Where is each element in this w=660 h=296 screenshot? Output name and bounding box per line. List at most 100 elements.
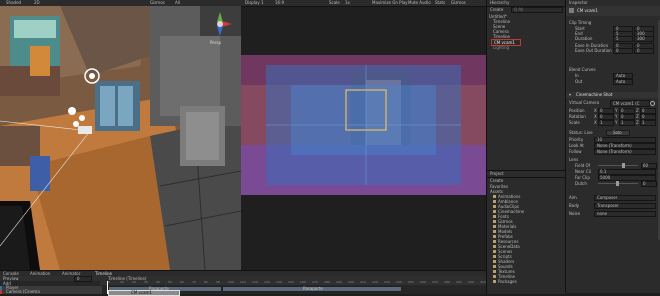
axis-z-label: Z	[636, 114, 639, 119]
inspector-object-header: CM vcam1	[566, 6, 660, 16]
hierarchy-tab[interactable]: Hierarchy	[490, 0, 509, 5]
track-clip[interactable]: Pasaporte	[222, 286, 402, 292]
transform-row-position: Position X 0 Y 0 Z 0	[566, 108, 660, 114]
game-aspect-select[interactable]: 16:9	[275, 0, 284, 5]
track-header[interactable]: Camera (Cinema	[0, 289, 102, 294]
dutch-slider[interactable]	[598, 181, 638, 186]
scale-z-field[interactable]: 1	[640, 120, 656, 126]
axis-y-label: Y	[615, 114, 618, 119]
playhead[interactable]	[107, 281, 108, 294]
cinemachine-shot-header[interactable]: ▾ Cinemachine Shot	[566, 92, 660, 98]
timeline-panel: Console Animation Animator Timeline Prev…	[0, 270, 486, 296]
ruler-tick-label: 210	[360, 280, 366, 284]
scene-render	[0, 6, 241, 270]
scene-toolbar-2d[interactable]: 2D	[34, 0, 40, 5]
virtual-camera-label: Virtual Camera	[569, 100, 600, 105]
ruler-tick-label: 190	[336, 280, 342, 284]
object-picker-icon[interactable]	[650, 101, 655, 106]
lookat-row: Look At None (Transform)	[566, 143, 660, 149]
game-gizmos-toggle[interactable]: Gizmos	[451, 0, 466, 5]
project-tab[interactable]: Project	[490, 171, 504, 176]
mute-audio-toggle[interactable]: Mute Audio	[408, 0, 431, 5]
project-panel: Project Create Favorites Assets Animatio…	[486, 170, 566, 294]
priority-value: 10	[597, 137, 603, 142]
blend-value: Auto	[616, 73, 626, 78]
solo-button[interactable]: Solo	[606, 130, 630, 136]
ruler-tick-label: 50	[168, 280, 172, 284]
virtual-camera-field[interactable]: CM vcam1 (C	[610, 100, 650, 107]
lens-label: Lens	[569, 157, 579, 162]
ruler-tick-label: 20	[132, 280, 136, 284]
lens-row-label: Field Of	[575, 163, 591, 168]
transform-label: Rotation	[569, 114, 586, 119]
timing-seconds-field[interactable]: 5	[613, 36, 633, 42]
lens-value-field[interactable]: 0	[641, 181, 657, 187]
ruler-tick-label: 290	[456, 280, 462, 284]
scale-x-field[interactable]: 1	[598, 120, 614, 126]
ruler-tick-label: 130	[264, 280, 270, 284]
body-value: Transposer	[597, 203, 619, 208]
folder-icon	[493, 265, 496, 268]
transform-value: 1	[642, 120, 645, 125]
game-display-select[interactable]: Display 1	[245, 0, 264, 5]
game-scale-value[interactable]: 1x	[345, 0, 350, 5]
inspector-tab[interactable]: Inspector	[569, 0, 588, 5]
axis-x-label: X	[594, 114, 597, 119]
project-header: Project	[487, 171, 566, 178]
hierarchy-search-input[interactable]: Q All	[511, 7, 563, 13]
follow-label: Follow	[569, 149, 582, 154]
timing-row-duration: Duration 5 300	[566, 36, 660, 42]
noise-select[interactable]: none	[594, 211, 656, 217]
timing-frames-field[interactable]: 300	[634, 36, 654, 42]
ruler-tick-label: 240	[396, 280, 402, 284]
timing-frames-field[interactable]: 0	[634, 48, 654, 54]
lens-row-label: Far Clip	[575, 175, 590, 180]
ruler-tick-label: 310	[480, 280, 486, 284]
dutch-slider-thumb[interactable]	[616, 181, 619, 186]
blend-out-select[interactable]: Auto	[613, 79, 633, 85]
ruler-tick-label: 300	[468, 280, 474, 284]
transform-value: 0	[642, 108, 645, 113]
scene-toolbar-shaded[interactable]: Shaded	[6, 0, 21, 5]
track-clip-selected[interactable]: CM vcam1	[108, 290, 180, 296]
hierarchy-item[interactable]: Lighting	[493, 45, 564, 50]
ruler-tick-label: 110	[240, 280, 246, 284]
follow-field[interactable]: None (Transform)	[594, 149, 656, 155]
fov-slider-thumb[interactable]	[622, 163, 625, 168]
ruler-tick-label: 10	[120, 280, 124, 284]
transform-value: 0	[621, 108, 624, 113]
folder-icon	[493, 205, 496, 208]
stats-toggle[interactable]: Stats	[435, 0, 445, 5]
folder-icon	[493, 275, 496, 278]
aim-label: Aim	[569, 195, 577, 200]
timing-frames-value: 300	[637, 36, 645, 41]
scene-toolbar-all[interactable]: All	[175, 0, 180, 5]
body-select[interactable]: Transposer	[594, 203, 656, 209]
timing-frames-value: 0	[637, 48, 640, 53]
ruler-tick-label: 270	[432, 280, 438, 284]
frame-value: 0	[77, 276, 80, 281]
aim-value: Composer	[597, 195, 618, 200]
frame-field[interactable]: 0	[74, 276, 92, 282]
lookat-label: Look At	[569, 143, 584, 148]
ruler-tick-label: 80	[204, 280, 208, 284]
cinemachine-shot-label: Cinemachine Shot	[576, 92, 613, 97]
inspector-object-name: CM vcam1	[577, 8, 598, 13]
scale-y-field[interactable]: 1	[619, 120, 635, 126]
clip-label: Pasaporte	[303, 286, 323, 291]
game-view[interactable]: Display 1 16:9 Scale 1x Maximize On Play…	[241, 0, 486, 270]
scene-toolbar-gizmos[interactable]: Gizmos	[150, 0, 165, 5]
orientation-gizmo-icon[interactable]	[206, 10, 234, 40]
timing-seconds-field[interactable]: 0	[613, 48, 633, 54]
scene-view[interactable]: Shaded 2D Gizmos All Persp	[0, 0, 241, 270]
aim-select[interactable]: Composer	[594, 195, 656, 201]
ruler-tick-label: 90	[216, 280, 220, 284]
fov-slider[interactable]	[598, 163, 638, 168]
hierarchy-create-button[interactable]: Create	[490, 7, 503, 12]
maximize-on-play-toggle[interactable]: Maximize On Play	[372, 0, 408, 5]
track-name: Camera (Cinema	[6, 289, 40, 294]
folder-icon	[493, 195, 496, 198]
folder-icon	[493, 230, 496, 233]
project-create-button[interactable]: Create	[490, 178, 503, 183]
game-render	[241, 55, 486, 195]
